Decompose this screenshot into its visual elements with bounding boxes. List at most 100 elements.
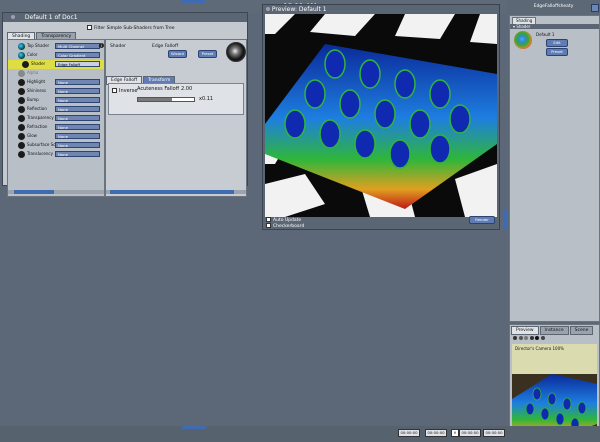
material-item-label: Default 1	[536, 32, 555, 37]
tree-row-reflection[interactable]: Reflection None	[8, 105, 104, 114]
shader-select[interactable]: Multi Channel	[55, 43, 100, 49]
info-icon[interactable]: i	[99, 43, 104, 48]
shader-sphere-icon	[18, 124, 25, 131]
tree-scroll-thumb[interactable]	[14, 190, 54, 194]
tab-instance[interactable]: Instance	[539, 326, 569, 335]
shader-tree: Top Shader Multi Channel i Color Color Grad…	[7, 39, 105, 197]
editor-scroll-thumb[interactable]	[110, 190, 234, 194]
checkerboard-label: Checkerboard	[273, 224, 305, 229]
tab-preview[interactable]: Preview	[511, 326, 539, 335]
acuteness-value: 2.00	[181, 86, 193, 92]
shader-name-label: Shader	[110, 44, 126, 49]
preview-window: Preview: Default 1 Auto Update Checkerbo…	[262, 4, 500, 230]
preview-toolbar	[513, 336, 573, 342]
shader-section-header[interactable]: ▾ Shader	[510, 24, 599, 29]
tree-row-refraction[interactable]: Refraction None	[8, 123, 104, 132]
toolbar-icon[interactable]	[513, 336, 517, 340]
shader-sphere-icon	[18, 52, 25, 59]
filter-checkbox[interactable]	[87, 25, 92, 30]
tree-row-shader[interactable]: Shader Edge Falloff	[8, 60, 104, 69]
window-menu-icon[interactable]	[11, 15, 15, 19]
shader-select[interactable]: None	[55, 115, 100, 121]
shader-sphere-icon	[22, 61, 29, 68]
right-panel-title: EdgeFalloffsheaty	[533, 4, 574, 9]
tree-row-top-shader[interactable]: Top Shader Multi Channel i	[8, 42, 104, 51]
preview-panel: Preview Instance Scene Director's Camera…	[509, 324, 600, 442]
material-room-window: Default 1 of Doc1 Filter Simple Sub-Shad…	[2, 12, 248, 197]
tree-row-highlight[interactable]: Highlight None	[8, 78, 104, 87]
secondary-value: x0.11	[199, 96, 214, 102]
auto-update-checkbox[interactable]	[266, 217, 271, 222]
preview-title: Preview: Default 1	[271, 6, 327, 13]
shader-sphere-icon	[18, 133, 25, 140]
shader-select[interactable]: None	[55, 88, 100, 94]
shader-section-label: Shader	[516, 24, 531, 29]
tree-row-translucency[interactable]: Translucency None	[8, 150, 104, 159]
acuteness-slider-fill	[138, 98, 172, 101]
toolbar-icon[interactable]	[518, 336, 523, 340]
inverse-label: Inverse	[119, 88, 138, 94]
toolbar-icon[interactable]	[540, 336, 545, 340]
time-field-1[interactable]: 00:00:00	[398, 429, 420, 437]
shader-select[interactable]: None	[55, 151, 100, 157]
tree-row-color[interactable]: Color Color Gradient	[8, 51, 104, 60]
preset-button[interactable]: Preset	[198, 50, 217, 58]
shader-sphere-icon	[18, 115, 25, 122]
shader-sphere-icon	[18, 79, 25, 86]
shader-select[interactable]: None	[55, 142, 100, 148]
tab-scene[interactable]: Scene	[569, 326, 594, 335]
tree-row-transparency[interactable]: Transparency None	[8, 114, 104, 123]
material-window-titlebar[interactable]: Default 1 of Doc1	[3, 13, 247, 22]
tree-scrollbar[interactable]	[8, 190, 104, 194]
toolbar-icon[interactable]	[535, 336, 540, 340]
acuteness-slider[interactable]	[137, 97, 195, 102]
tree-row-shininess[interactable]: Shininess None	[8, 87, 104, 96]
shader-name-value: Edge Falloff	[152, 44, 179, 49]
time-field-3[interactable]: 00:00:00	[459, 429, 481, 437]
toolbar-icon[interactable]	[524, 336, 529, 340]
inverse-checkbox[interactable]	[112, 88, 117, 93]
bottom-bar: 00:00:00 00:00:00 ✕ 00:00:00 00:00:00	[0, 426, 600, 442]
bottom-drag-handle[interactable]	[182, 426, 206, 429]
preview-panel-tabs: Preview Instance Scene	[511, 326, 594, 335]
window-menu-icon[interactable]	[266, 7, 270, 11]
preset-button-right[interactable]: Preset	[546, 48, 568, 56]
inverse-row[interactable]: Inverse	[112, 88, 137, 94]
tree-row-alpha[interactable]: Alpha	[8, 69, 104, 78]
shader-sphere-icon	[18, 88, 25, 95]
preview-titlebar[interactable]: Preview: Default 1	[263, 5, 499, 14]
tree-row-bump[interactable]: Bump None	[8, 96, 104, 105]
shader-select[interactable]: None	[55, 106, 100, 112]
edit-button[interactable]: Edit	[546, 39, 568, 47]
top-drag-handle[interactable]	[182, 0, 206, 3]
close-x-icon[interactable]: ✕	[451, 429, 459, 437]
time-field-4[interactable]: 00:00:00	[483, 429, 505, 437]
tree-row-glow[interactable]: Glow None	[8, 132, 104, 141]
material-tabs: Shading Transparency	[7, 32, 77, 41]
tree-row-subsurface[interactable]: Subsurface Sc None	[8, 141, 104, 150]
checkerboard-checkbox[interactable]	[266, 223, 271, 228]
checkerboard-row[interactable]: Checkerboard	[266, 223, 304, 229]
shader-select[interactable]: Edge Falloff	[55, 61, 100, 67]
right-panel: EdgeFalloffsheaty Shading ▾ Shader Defau…	[507, 0, 600, 442]
mini-viewport[interactable]	[512, 344, 597, 439]
wizard-button[interactable]: Wizard	[168, 50, 187, 58]
filter-row[interactable]: Filter Simple Sub-Shaders from Tree	[87, 25, 175, 31]
shader-select[interactable]: None	[55, 79, 100, 85]
close-icon[interactable]	[591, 4, 599, 12]
edge-falloff-params: Inverse Acuteness Falloff 2.00 x0.11	[108, 83, 244, 115]
shader-select[interactable]: None	[55, 97, 100, 103]
editor-scrollbar[interactable]	[106, 190, 246, 194]
render-button[interactable]: Render	[469, 216, 495, 224]
shading-panel: Shading ▾ Shader Default 1 Edit Preset	[509, 15, 600, 322]
shader-sphere-icon	[18, 43, 25, 50]
camera-label: Director's Camera 100%	[515, 346, 564, 351]
shader-select[interactable]: None	[55, 124, 100, 130]
render-preview[interactable]	[265, 14, 497, 217]
toolbar-icon[interactable]	[529, 336, 534, 340]
time-field-2[interactable]: 00:00:00	[425, 429, 447, 437]
shader-select[interactable]: None	[55, 133, 100, 139]
material-sphere-thumb[interactable]	[514, 31, 532, 49]
shader-select[interactable]: Color Gradient	[55, 52, 100, 58]
shader-sphere-icon	[18, 70, 25, 77]
